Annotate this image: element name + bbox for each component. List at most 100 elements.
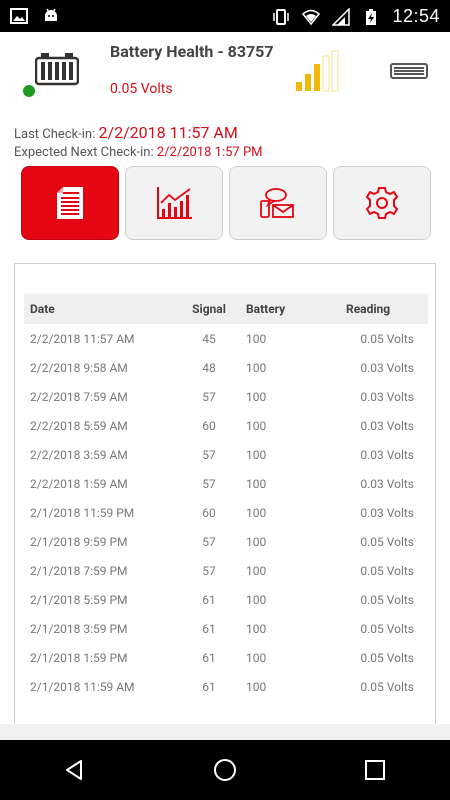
tab-settings[interactable]: [333, 166, 431, 240]
cell-signal: 45: [202, 331, 216, 346]
online-status-dot: [23, 85, 35, 97]
cell-reading: 0.05 Volts: [360, 534, 414, 549]
table-row: 2/1/2018 5:59 PM 61 100 0.05 Volts: [24, 585, 428, 614]
cell-date: 2/1/2018 3:59 PM: [30, 621, 128, 636]
image-icon: [10, 8, 28, 24]
cell-battery: 100: [246, 331, 267, 346]
cell-signal: 57: [202, 563, 216, 578]
cell-signal: 61: [202, 592, 216, 607]
cell-date: 2/2/2018 5:59 AM: [30, 418, 128, 433]
table-row: 2/1/2018 11:59 AM 61 100 0.05 Volts: [24, 672, 428, 701]
back-icon: [66, 760, 82, 780]
vibrate-icon: [273, 8, 290, 25]
cell-signal: 57: [202, 447, 216, 462]
cell-date: 2/2/2018 3:59 AM: [30, 447, 128, 462]
cell-date: 2/1/2018 7:59 PM: [30, 563, 128, 578]
cell-battery: 100: [246, 476, 267, 491]
chart-icon: [157, 187, 192, 219]
cell-battery: 100: [246, 418, 267, 433]
cell-battery: 100: [246, 621, 267, 636]
cell-reading: 0.05 Volts: [360, 679, 414, 694]
cell-date: 2/2/2018 1:59 AM: [30, 476, 128, 491]
table-row: 2/2/2018 7:59 AM 57 100 0.03 Volts: [24, 382, 428, 411]
cell-signal: 57: [202, 476, 216, 491]
content-bottom-strip: [0, 724, 450, 740]
cell-date: 2/2/2018 9:58 AM: [30, 360, 128, 375]
navigation-bar: [0, 740, 450, 800]
battery-device-icon: [35, 53, 79, 86]
tab-alerts[interactable]: [229, 166, 327, 240]
readings-table: Date Signal Battery Reading 2/2/2018 11:…: [24, 294, 428, 701]
readings-card: Date Signal Battery Reading 2/2/2018 11:…: [14, 263, 436, 743]
cell-reading: 0.03 Volts: [360, 418, 414, 433]
cell-signal: 48: [202, 360, 216, 375]
recents-icon: [365, 760, 385, 780]
tab-bar: [21, 166, 431, 240]
cell-date: 2/2/2018 11:57 AM: [30, 331, 135, 346]
table-row: 2/2/2018 5:59 AM 60 100 0.03 Volts: [24, 411, 428, 440]
cell-date: 2/1/2018 1:59 PM: [30, 650, 128, 665]
next-checkin-value: 2/2/2018 1:57 PM: [156, 145, 263, 160]
cell-battery: 100: [246, 679, 267, 694]
table-row: 2/1/2018 1:59 PM 61 100 0.05 Volts: [24, 643, 428, 672]
table-row: 2/1/2018 11:59 PM 60 100 0.03 Volts: [24, 498, 428, 527]
cell-reading: 0.05 Volts: [360, 650, 414, 665]
cell-reading: 0.03 Volts: [360, 389, 414, 404]
table-row: 2/1/2018 3:59 PM 61 100 0.05 Volts: [24, 614, 428, 643]
battery-level-icon: [390, 63, 428, 79]
cell-date: 2/2/2018 7:59 AM: [30, 389, 128, 404]
home-icon: [214, 759, 236, 781]
table-row: 2/2/2018 11:57 AM 45 100 0.05 Volts: [24, 324, 428, 353]
cell-battery: 100: [246, 389, 267, 404]
cell-battery: 100: [246, 505, 267, 520]
device-header: Battery Health - 83757 0.05 Volts: [0, 32, 450, 122]
app-content: Battery Health - 83757 0.05 Volts Last C…: [0, 32, 450, 743]
android-icon: [45, 8, 57, 21]
document-icon: [57, 187, 83, 219]
cell-battery: 100: [246, 360, 267, 375]
next-checkin-label: Expected Next Check-in:: [14, 145, 157, 160]
cell-signal: 61: [202, 650, 216, 665]
tab-readings[interactable]: [21, 166, 119, 240]
cell-signal: 61: [202, 621, 216, 636]
last-checkin-value: 2/2/2018 11:57 AM: [98, 123, 238, 142]
home-button[interactable]: [205, 750, 245, 790]
cell-reading: 0.05 Volts: [360, 563, 414, 578]
header-reading: Reading: [346, 302, 391, 316]
cell-reading: 0.05 Volts: [360, 592, 414, 607]
header-battery: Battery: [246, 302, 286, 316]
cell-reading: 0.03 Volts: [360, 505, 414, 520]
next-checkin: Expected Next Check-in: 2/2/2018 1:57 PM: [14, 145, 263, 160]
cell-reading: 0.03 Volts: [360, 447, 414, 462]
header-date: Date: [30, 302, 55, 316]
cell-date: 2/1/2018 5:59 PM: [30, 592, 128, 607]
cell-signal: 61: [202, 679, 216, 694]
last-checkin-label: Last Check-in:: [14, 127, 99, 142]
wifi-icon: [302, 9, 321, 25]
table-row: 2/1/2018 7:59 PM 57 100 0.05 Volts: [24, 556, 428, 585]
table-row: 2/2/2018 9:58 AM 48 100 0.03 Volts: [24, 353, 428, 382]
cell-date: 2/1/2018 11:59 AM: [30, 679, 135, 694]
last-checkin: Last Check-in: 2/2/2018 11:57 AM: [14, 123, 238, 142]
cell-signal: 60: [202, 505, 216, 520]
table-row: 2/1/2018 9:59 PM 57 100 0.05 Volts: [24, 527, 428, 556]
cell-battery: 100: [246, 650, 267, 665]
table-row: 2/2/2018 3:59 AM 57 100 0.03 Volts: [24, 440, 428, 469]
recents-button[interactable]: [355, 750, 395, 790]
table-header: Date Signal Battery Reading: [24, 294, 428, 324]
cell-battery: 100: [246, 592, 267, 607]
gear-icon: [365, 187, 399, 219]
cell-date: 2/1/2018 9:59 PM: [30, 534, 128, 549]
cell-date: 2/1/2018 11:59 PM: [30, 505, 135, 520]
signal-icon: [332, 7, 351, 26]
cell-signal: 60: [202, 418, 216, 433]
tab-chart[interactable]: [125, 166, 223, 240]
cell-signal: 57: [202, 389, 216, 404]
back-button[interactable]: [55, 750, 95, 790]
message-icon: [260, 188, 294, 218]
cell-reading: 0.03 Volts: [360, 476, 414, 491]
status-bar: 12:54: [0, 0, 450, 32]
status-time: 12:54: [392, 6, 440, 26]
cell-battery: 100: [246, 563, 267, 578]
signal-strength-icon: [296, 50, 339, 92]
